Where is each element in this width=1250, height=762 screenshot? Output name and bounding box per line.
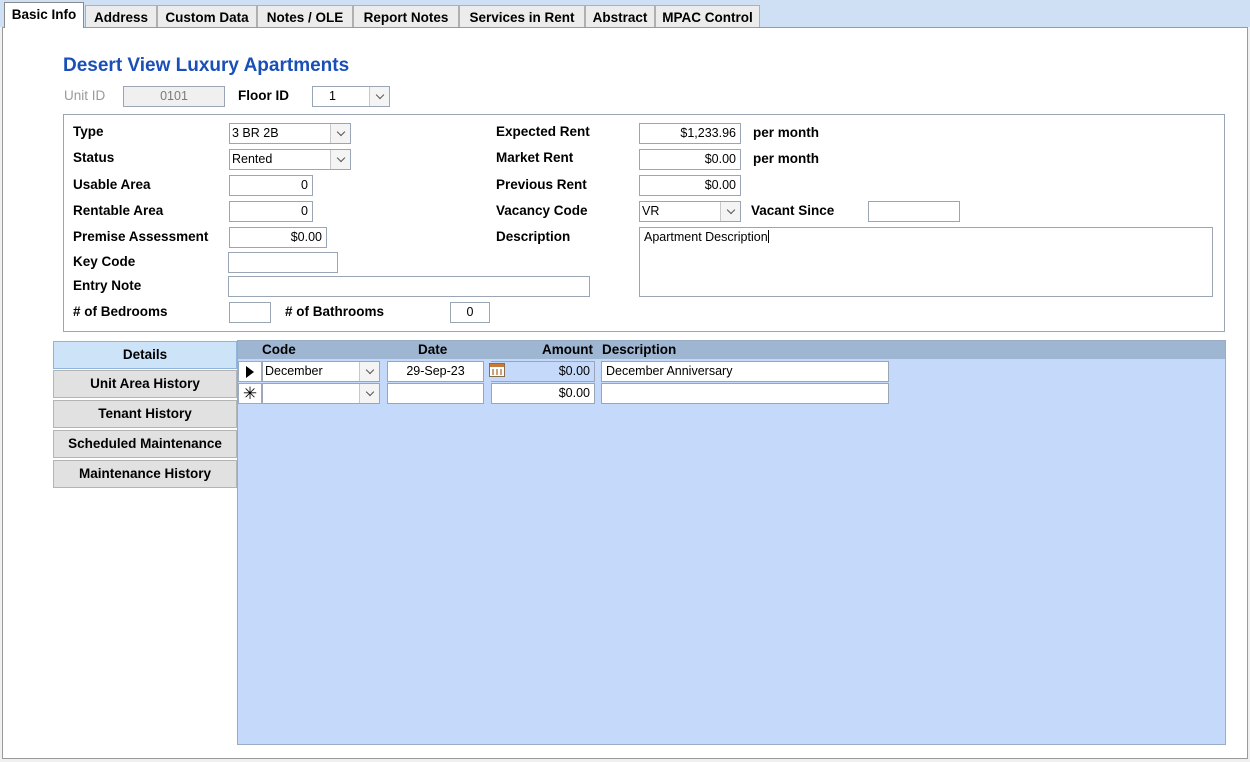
column-header-date: Date [418,342,448,357]
description-textarea[interactable]: Apartment Description [639,227,1213,297]
status-select[interactable]: Rented [229,149,351,170]
row-description-field[interactable]: December Anniversary [601,361,889,382]
type-value: 3 BR 2B [232,126,279,140]
nav-maintenance-history-button[interactable]: Maintenance History [53,460,237,488]
nav-details-button[interactable]: Details [53,341,237,369]
row-code-select[interactable]: December [262,361,380,382]
tab-label: Address [93,10,149,25]
usable-area-label: Usable Area [73,177,151,192]
chevron-down-icon[interactable] [359,384,379,403]
tab-report-notes[interactable]: Report Notes [353,5,459,27]
vacant-since-label: Vacant Since [751,203,835,218]
chevron-down-icon[interactable] [720,202,740,221]
new-row-description-field[interactable] [601,383,889,404]
entry-note-label: Entry Note [73,278,142,293]
key-code-label: Key Code [73,254,136,269]
new-row-amount-field[interactable]: $0.00 [491,383,595,404]
expected-rent-field[interactable]: $1,233.96 [639,123,741,144]
premise-assessment-label: Premise Assessment [73,229,209,244]
chevron-down-icon[interactable] [330,150,350,169]
rentable-area-label: Rentable Area [73,203,164,218]
tab-strip: Basic Info Address Custom Data Notes / O… [0,0,1250,28]
tab-label: Services in Rent [469,10,575,25]
tab-custom-data[interactable]: Custom Data [157,5,257,27]
nav-label: Tenant History [98,406,192,421]
unit-id-label: Unit ID [64,88,106,103]
expected-rent-label: Expected Rent [496,124,590,139]
premise-assessment-field[interactable]: $0.00 [229,227,327,248]
market-rent-unit: per month [753,151,819,166]
column-header-amount: Amount [542,342,593,357]
tab-services-in-rent[interactable]: Services in Rent [459,5,585,27]
floor-id-select[interactable]: 1 [312,86,390,107]
nav-label: Unit Area History [90,376,200,391]
nav-scheduled-maintenance-button[interactable]: Scheduled Maintenance [53,430,237,458]
description-label: Description [496,229,571,244]
floor-id-label: Floor ID [238,88,289,103]
bedrooms-field[interactable] [229,302,271,323]
bathrooms-label: # of Bathrooms [285,304,385,319]
nav-label: Scheduled Maintenance [68,436,222,451]
new-record-asterisk-icon[interactable]: ✳ [238,383,262,404]
vacancy-code-value: VR [642,204,660,218]
details-subform: Code Date Amount Description December 29… [237,340,1226,745]
key-code-field[interactable] [228,252,338,273]
unit-details-group [63,114,1225,332]
row-date-field[interactable]: 29-Sep-23 [387,361,484,382]
vacant-since-field[interactable] [868,201,960,222]
new-row-date-field[interactable] [387,383,484,404]
usable-area-field[interactable]: 0 [229,175,313,196]
nav-label: Details [122,347,168,362]
bathrooms-field[interactable]: 0 [450,302,490,323]
basic-info-page: Desert View Luxury Apartments Unit ID 01… [2,27,1248,759]
tab-label: Report Notes [363,10,449,25]
tab-address[interactable]: Address [85,5,157,27]
status-value: Rented [232,152,273,166]
record-pointer-icon[interactable] [238,361,262,382]
type-label: Type [73,124,104,139]
tab-label: Abstract [592,10,648,25]
tab-mpac-control[interactable]: MPAC Control [655,5,760,27]
subform-header: Code Date Amount Description [238,341,1225,359]
rentable-area-field[interactable]: 0 [229,201,313,222]
nav-unit-area-history-button[interactable]: Unit Area History [53,370,237,398]
tab-notes-ole[interactable]: Notes / OLE [257,5,353,27]
entry-note-field[interactable] [228,276,590,297]
market-rent-field[interactable]: $0.00 [639,149,741,170]
text-caret [767,230,769,243]
tab-label: MPAC Control [662,10,753,25]
tab-basic-info[interactable]: Basic Info [4,2,84,28]
market-rent-label: Market Rent [496,150,574,165]
chevron-down-icon[interactable] [369,87,389,106]
previous-rent-label: Previous Rent [496,177,587,192]
tab-label: Custom Data [165,10,249,25]
column-header-code: Code [262,342,296,357]
row-amount-field[interactable]: $0.00 [491,361,595,382]
tab-abstract[interactable]: Abstract [585,5,655,27]
vacancy-code-select[interactable]: VR [639,201,741,222]
chevron-down-icon[interactable] [359,362,379,381]
vacancy-code-label: Vacancy Code [496,203,588,218]
tab-label: Notes / OLE [266,10,344,25]
chevron-down-icon[interactable] [330,124,350,143]
tab-label: Basic Info [11,7,77,22]
status-label: Status [73,150,115,165]
new-row-code-select[interactable] [262,383,380,404]
floor-id-value: 1 [329,89,336,103]
nav-label: Maintenance History [78,466,212,481]
bedrooms-label: # of Bedrooms [73,304,168,319]
property-title: Desert View Luxury Apartments [63,55,350,76]
nav-tenant-history-button[interactable]: Tenant History [53,400,237,428]
unit-id-field[interactable]: 0101 [123,86,225,107]
previous-rent-field[interactable]: $0.00 [639,175,741,196]
row-code-value: December [265,364,323,378]
expected-rent-unit: per month [753,125,819,140]
column-header-description: Description [602,342,677,357]
type-select[interactable]: 3 BR 2B [229,123,351,144]
description-text: Apartment Description [644,230,768,244]
